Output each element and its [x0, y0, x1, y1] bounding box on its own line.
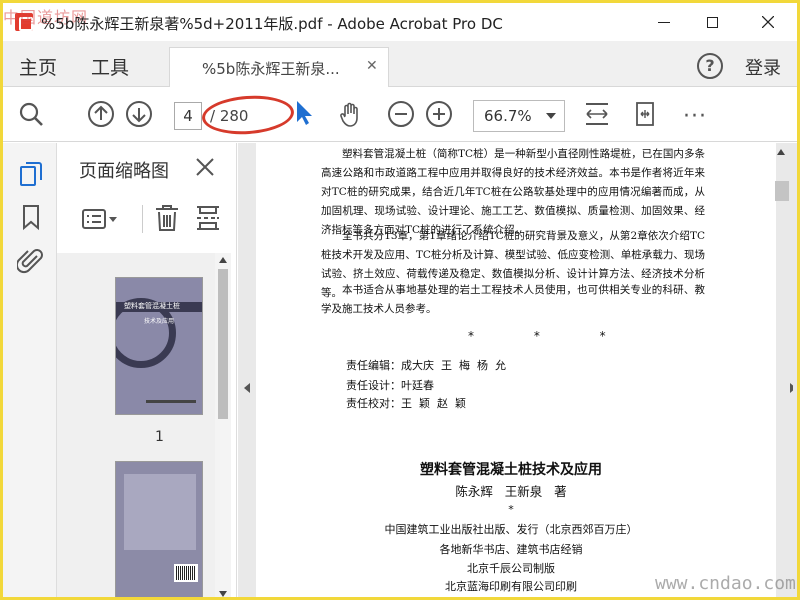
cover-publisher-line [146, 400, 196, 403]
bookmarks-icon[interactable] [17, 203, 45, 231]
page-thumbnail-2[interactable] [115, 461, 203, 597]
close-window-button[interactable] [745, 3, 791, 41]
app-window: 中国道坊网 %5b陈永辉王新泉著%5d+2011年版.pdf - Adobe A… [0, 0, 800, 600]
document-scroll-up-icon[interactable] [777, 149, 785, 155]
delete-icon[interactable] [153, 203, 181, 233]
tab-bar: 主页 工具 %5b陈永辉王新泉... ✕ ? 登录 [3, 41, 797, 87]
extract-pages-icon[interactable] [195, 203, 221, 233]
minimize-button[interactable] [641, 3, 687, 41]
hand-tool-icon[interactable] [337, 100, 365, 128]
page-thumbnail-1[interactable]: 塑料套管混凝土桩 技术及应用 [115, 277, 203, 415]
login-button[interactable]: 登录 [745, 54, 781, 80]
page-number-input[interactable]: 4 [174, 102, 202, 130]
attachments-icon[interactable] [17, 247, 45, 275]
next-page-icon[interactable] [125, 100, 153, 128]
document-area: 塑料套管混凝土桩（简称TC桩）是一种新型小直径刚性路堤桩，已在国内多条高速公路和… [238, 143, 797, 597]
page-thumbnails-icon[interactable] [17, 159, 45, 187]
thumbnail-panel-title: 页面缩略图 [79, 161, 169, 182]
thumbnail-scrollbar[interactable] [215, 253, 231, 597]
help-button[interactable]: ? [697, 53, 723, 79]
watermark-bottom: www.cndao.com [655, 573, 796, 594]
thumbnail-toolbar [57, 197, 237, 245]
zoom-select[interactable]: 66.7% [473, 100, 565, 132]
tab-document-label: %5b陈永辉王新泉... [202, 60, 340, 78]
scroll-up-icon[interactable] [219, 257, 227, 263]
book-authors: 陈永辉 王新泉 著 [455, 484, 567, 499]
toolbar: 4 / 280 66.7% ··· [3, 88, 797, 142]
barcode-image [174, 564, 198, 582]
cover-title: 塑料套管混凝土桩 [124, 302, 180, 310]
thumbnail-list: 塑料套管混凝土桩 技术及应用 1 [57, 253, 215, 597]
scroll-down-icon[interactable] [219, 591, 227, 597]
zoom-value: 66.7% [484, 107, 532, 125]
select-cursor-icon[interactable] [291, 98, 319, 126]
publisher-line-1: 中国建筑工业出版社出版、发行（北京西郊百万庄） [384, 523, 638, 536]
maximize-button[interactable] [689, 3, 735, 41]
thumbnail-panel: 页面缩略图 塑料套管混凝土桩 技术及应用 1 [57, 143, 237, 597]
tab-document[interactable]: %5b陈永辉王新泉... ✕ [169, 47, 389, 87]
tab-tools[interactable]: 工具 [91, 53, 129, 80]
window-title: %5b陈永辉王新泉著%5d+2011年版.pdf - Adobe Acrobat… [41, 15, 503, 33]
toolbar-divider [142, 205, 143, 233]
thumbnail-page-number: 1 [155, 429, 164, 445]
credit-proofread: 责任校对：王 颖 赵 颖 [346, 397, 466, 410]
book-title: 塑料套管混凝土桩技术及应用 [420, 462, 602, 478]
page-view-icon[interactable] [631, 100, 659, 128]
credit-design: 责任设计：叶廷春 [346, 379, 434, 392]
zoom-out-icon[interactable] [387, 100, 415, 128]
annotation-ellipse [200, 92, 296, 138]
cover-subtitle: 技术及应用 [144, 318, 175, 325]
minimize-icon [658, 21, 670, 23]
title-bar: 中国道坊网 %5b陈永辉王新泉著%5d+2011年版.pdf - Adobe A… [3, 3, 797, 41]
tab-close-icon[interactable]: ✕ [366, 58, 378, 74]
collapse-left-icon[interactable] [244, 383, 250, 393]
publisher-line-2: 各地新华书店、建筑书店经销 [439, 543, 583, 556]
thumbnail-options-icon[interactable] [81, 205, 121, 233]
more-tools-button[interactable]: ··· [683, 104, 707, 129]
paragraph-1: 塑料套管混凝土桩（简称TC桩）是一种新型小直径刚性路堤桩，已在国内多条高速公路和… [321, 148, 705, 236]
credit-editor: 责任编辑：成大庆 王 梅 杨 允 [346, 359, 506, 372]
zoom-in-icon[interactable] [425, 100, 453, 128]
chevron-down-icon [546, 113, 556, 119]
maximize-icon [706, 16, 718, 28]
document-scrollbar-thumb[interactable] [775, 181, 789, 201]
book-separator: * [508, 503, 514, 516]
back-cover-panel [124, 474, 196, 550]
close-icon [762, 16, 774, 28]
tab-home[interactable]: 主页 [19, 53, 57, 80]
search-icon[interactable] [17, 100, 45, 128]
paragraph-3: 本书适合从事地基处理的岩土工程技术人员使用，也可供相关专业的科研、教学及施工技术… [321, 284, 705, 315]
document-scrollbar-track[interactable] [793, 143, 797, 597]
left-rail [3, 143, 57, 597]
section-separator: * * * [468, 329, 634, 343]
pdf-page: 塑料套管混凝土桩（简称TC桩）是一种新型小直径刚性路堤桩，已在国内多条高速公路和… [256, 143, 776, 597]
previous-page-icon[interactable] [87, 100, 115, 128]
close-panel-icon[interactable] [193, 155, 217, 179]
fit-width-icon[interactable] [583, 100, 611, 128]
scrollbar-thumb[interactable] [218, 269, 228, 419]
